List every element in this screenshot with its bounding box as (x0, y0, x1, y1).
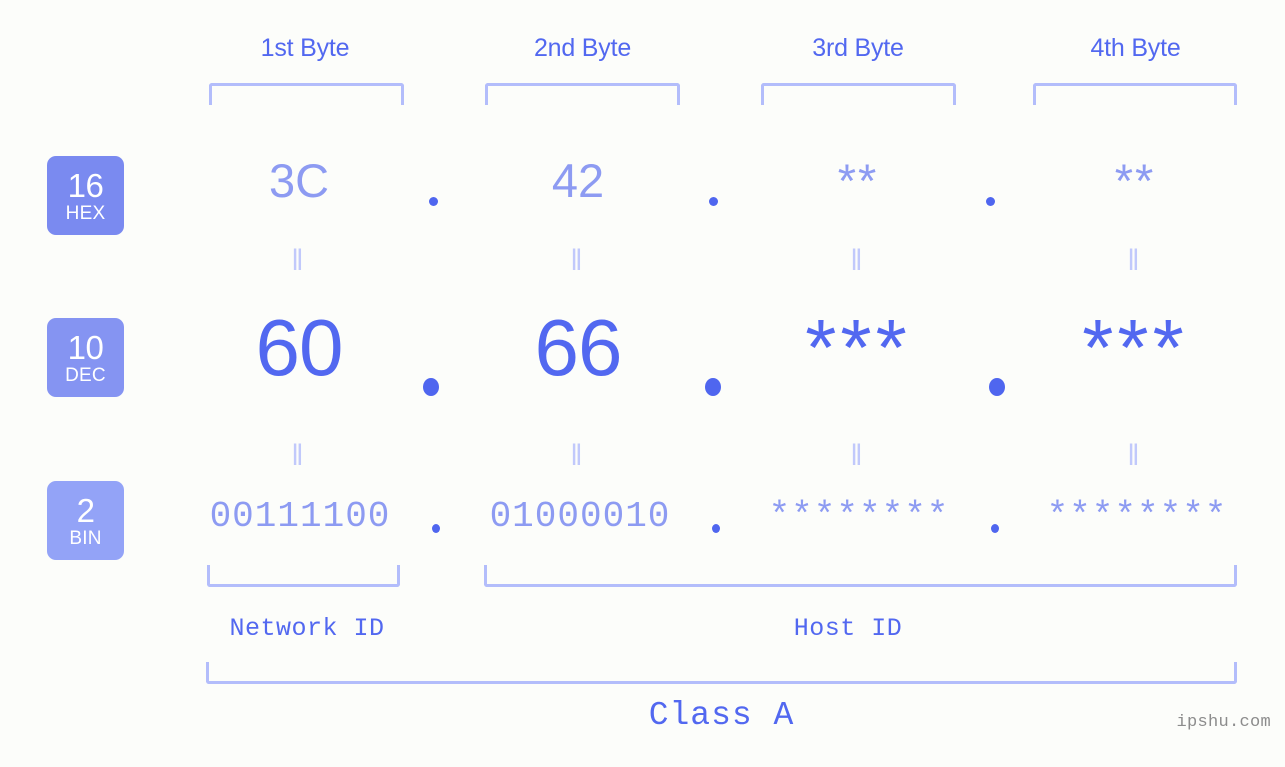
byte-bracket-top-4 (1033, 83, 1237, 105)
base-badge-dec: 10 DEC (47, 318, 124, 397)
base-badge-dec-number: 10 (67, 328, 104, 366)
byte-bracket-top-3 (761, 83, 956, 105)
byte-bracket-top-1 (209, 83, 404, 105)
bin-dot-1 (432, 524, 440, 533)
bin-byte-2: 01000010 (489, 496, 671, 537)
class-label: Class A (648, 697, 795, 734)
network-id-bracket (207, 565, 400, 587)
equals-mark-dec-bin-2: ‖ (570, 439, 586, 472)
equals-mark-dec-bin-3: ‖ (850, 439, 866, 472)
dec-dot-1 (423, 378, 439, 396)
dec-dot-2 (705, 378, 721, 396)
network-id-label: Network ID (229, 614, 385, 643)
base-badge-bin-name: BIN (69, 527, 102, 549)
class-bracket (206, 662, 1237, 684)
hex-byte-2: 42 (551, 154, 605, 207)
bin-dot-3 (991, 524, 999, 533)
dec-dot-3 (989, 378, 1005, 396)
hex-dot-2 (709, 197, 718, 206)
base-badge-hex-name: HEX (65, 202, 106, 224)
base-badge-bin-number: 2 (76, 491, 95, 529)
equals-mark-dec-bin-1: ‖ (291, 439, 307, 472)
hex-byte-4: ** (1114, 154, 1156, 207)
bin-byte-1: 00111100 (209, 496, 391, 537)
bin-byte-4: ******** (1046, 496, 1228, 537)
byte-bracket-top-2 (485, 83, 680, 105)
site-watermark: ipshu.com (1176, 713, 1271, 732)
dec-byte-3: *** (805, 303, 911, 392)
ip-byte-breakdown-diagram: 1st Byte 2nd Byte 3rd Byte 4th Byte 16 H… (0, 0, 1285, 767)
hex-byte-1: 3C (268, 154, 330, 207)
base-badge-dec-name: DEC (65, 364, 106, 386)
dec-byte-1: 60 (255, 303, 344, 392)
dec-byte-2: 66 (534, 303, 623, 392)
dec-byte-4: *** (1082, 303, 1188, 392)
hex-byte-3: ** (837, 154, 879, 207)
byte-header-3: 3rd Byte (812, 34, 904, 62)
base-badge-bin: 2 BIN (47, 481, 124, 560)
bin-byte-3: ******** (768, 496, 950, 537)
hex-dot-1 (429, 197, 438, 206)
byte-header-2: 2nd Byte (533, 34, 632, 62)
equals-mark-hex-dec-3: ‖ (850, 244, 866, 277)
equals-mark-hex-dec-4: ‖ (1127, 244, 1143, 277)
equals-mark-hex-dec-1: ‖ (291, 244, 307, 277)
bin-dot-2 (712, 524, 720, 533)
base-badge-hex: 16 HEX (47, 156, 124, 235)
byte-header-4: 4th Byte (1090, 34, 1181, 62)
host-id-label: Host ID (793, 614, 903, 643)
equals-mark-hex-dec-2: ‖ (570, 244, 586, 277)
base-badge-hex-number: 16 (67, 166, 104, 204)
byte-header-1: 1st Byte (260, 34, 350, 62)
equals-mark-dec-bin-4: ‖ (1127, 439, 1143, 472)
hex-dot-3 (986, 197, 995, 206)
host-id-bracket (484, 565, 1237, 587)
